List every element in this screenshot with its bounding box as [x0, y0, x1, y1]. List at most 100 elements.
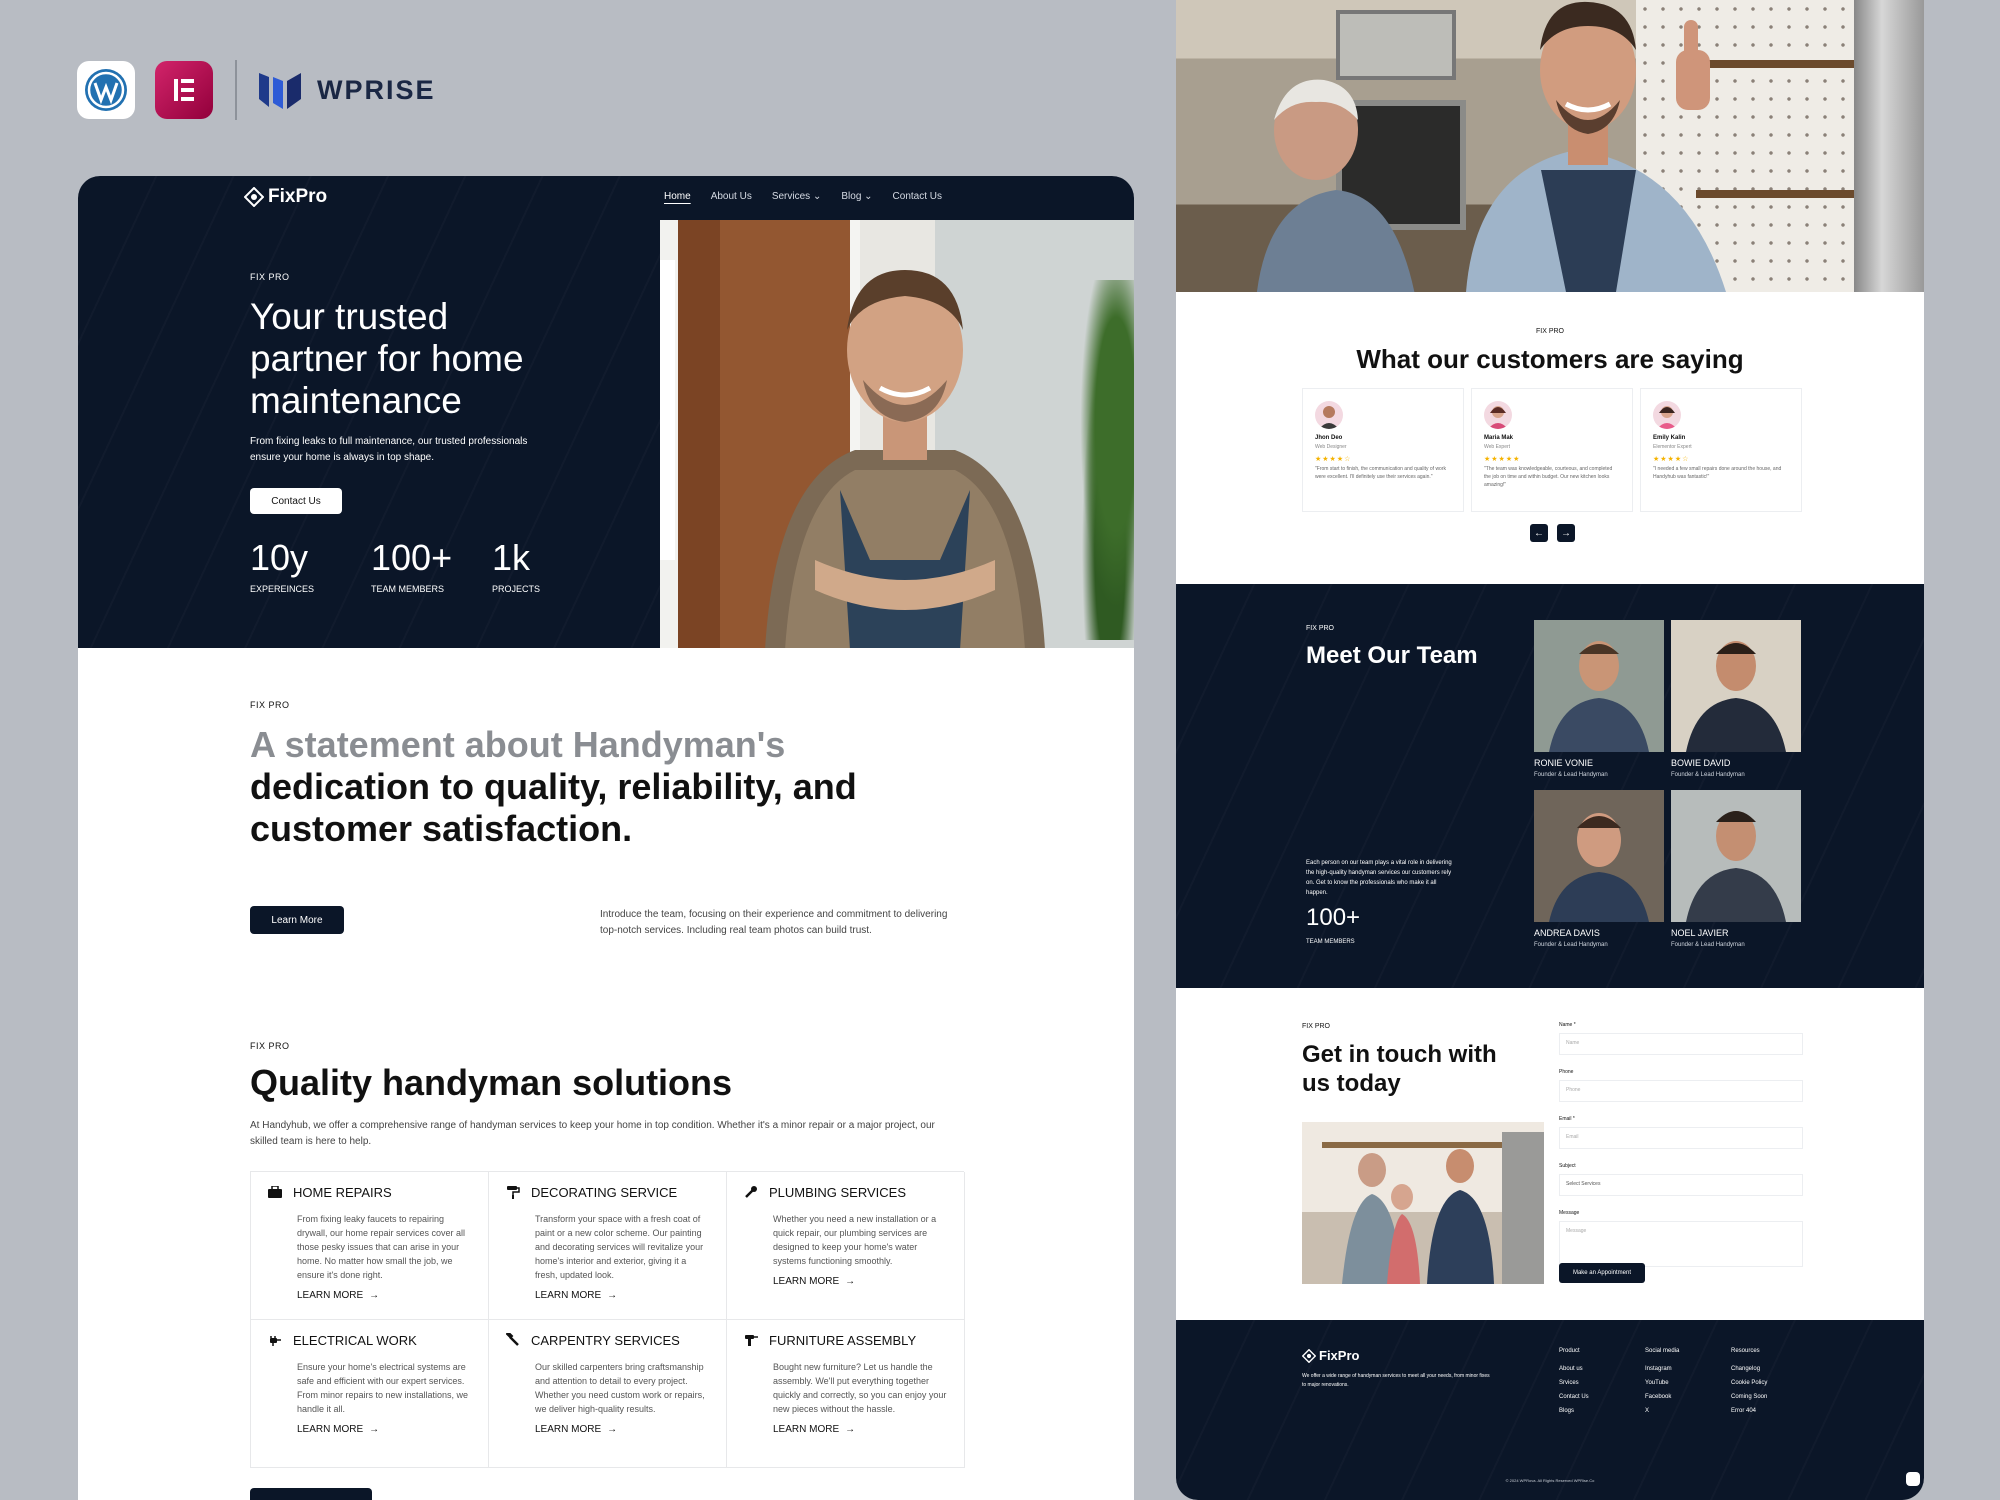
team-count-label: TEAM MEMBERS	[1306, 939, 1355, 945]
stat-value: 100+	[371, 537, 453, 578]
drill-icon	[743, 1332, 759, 1348]
wrench-icon	[743, 1184, 759, 1200]
footer-link[interactable]: Cookie Policy	[1731, 1376, 1767, 1390]
service-title: PLUMBING SERVICES	[769, 1184, 907, 1200]
statement-heading: A statement about Handyman's dedication t…	[250, 724, 890, 850]
service-title: FURNITURE ASSEMBLY	[769, 1332, 917, 1348]
footer-link[interactable]: Blogs	[1559, 1404, 1589, 1418]
contact-eyebrow: FIX PRO	[1302, 1023, 1331, 1030]
stat-value: 10y	[250, 537, 309, 578]
service-desc: Bought new furniture? Let us handle the …	[773, 1362, 947, 1414]
service-learn-more-link[interactable]: LEARN MORE →	[773, 1276, 948, 1287]
footer: FixPro We offer a wide range of handyman…	[1176, 1320, 1924, 1500]
footer-link[interactable]: Error 404	[1731, 1404, 1767, 1418]
contact-form: Name * Name Phone Phone Email * Email Su…	[1559, 1022, 1803, 1281]
site-logo[interactable]: FixPro	[244, 186, 327, 208]
next-arrow-icon[interactable]: →	[1557, 524, 1575, 542]
footer-logo[interactable]: FixPro	[1302, 1348, 1359, 1363]
team-member-name: BOWIE DAVID	[1671, 758, 1731, 768]
service-learn-more-link[interactable]: LEARN MORE →	[773, 1424, 948, 1435]
footer-link[interactable]: Changelog	[1731, 1362, 1767, 1376]
nav-about[interactable]: About Us	[711, 191, 752, 202]
team-member-name: ANDREA DAVIS	[1534, 928, 1600, 938]
footer-col-head: Product	[1559, 1348, 1580, 1354]
subject-select[interactable]: Select Services	[1559, 1174, 1803, 1196]
team-member-photo	[1671, 620, 1801, 752]
older-man-figure	[1257, 79, 1415, 292]
nav-home[interactable]: Home	[664, 191, 691, 202]
service-card-home-repairs: HOME REPAIRS From fixing leaky faucets t…	[251, 1172, 489, 1320]
service-title: CARPENTRY SERVICES	[531, 1332, 680, 1348]
service-learn-more-link[interactable]: LEARN MORE →	[297, 1290, 472, 1301]
prev-arrow-icon[interactable]: ←	[1530, 524, 1548, 542]
field-label: Phone	[1559, 1069, 1574, 1075]
team-member-photo	[1534, 790, 1664, 922]
door-window-shape	[660, 260, 675, 560]
hero-subtitle: From fixing leaks to full maintenance, o…	[250, 436, 528, 463]
testimonial-name: Maria Mak	[1484, 435, 1514, 441]
service-card-carpentry: CARPENTRY SERVICES Our skilled carpenter…	[489, 1320, 727, 1468]
team-member-card[interactable]: NOEL JAVIER Founder & Lead Handyman	[1671, 790, 1801, 948]
arrow-right-icon: →	[369, 1424, 380, 1435]
team-member-photo	[1671, 790, 1801, 922]
hero-photo	[660, 220, 1134, 648]
nav-contact[interactable]: Contact Us	[893, 191, 942, 202]
service-learn-more-link[interactable]: LEARN MORE →	[535, 1290, 710, 1301]
avatar	[1484, 401, 1512, 429]
site-preview-right: FIX PRO What our customers are saying Jh…	[1176, 0, 1924, 1500]
footer-link[interactable]: X	[1645, 1404, 1679, 1418]
testimonial-name: Jhon Deo	[1315, 435, 1343, 441]
footer-link[interactable]: Facebook	[1645, 1390, 1679, 1404]
nav-blog[interactable]: Blog ⌄	[841, 191, 872, 202]
star-rating-icon: ★★★★☆	[1315, 456, 1352, 463]
message-textarea[interactable]: Message	[1559, 1221, 1803, 1267]
service-learn-more-link[interactable]: LEARN MORE →	[535, 1424, 710, 1435]
toolbox-icon	[267, 1184, 283, 1200]
service-learn-more-link[interactable]: LEARN MORE →	[297, 1424, 472, 1435]
testimonial-name: Emily Kalin	[1653, 435, 1686, 441]
field-label: Email *	[1559, 1116, 1575, 1122]
arrow-right-icon: →	[607, 1290, 618, 1301]
learn-more-button[interactable]: Learn More	[250, 906, 344, 934]
avatar	[1653, 401, 1681, 429]
footer-link[interactable]: Srvices	[1559, 1376, 1589, 1390]
team-member-card[interactable]: RONIE VONIE Founder & Lead Handyman	[1534, 620, 1664, 778]
services-bottom-button[interactable]	[250, 1488, 372, 1500]
nav-services[interactable]: Services ⌄	[772, 191, 822, 202]
plug-icon	[267, 1332, 283, 1348]
statement-muted: A statement about Handyman's	[250, 724, 786, 765]
testimonial-card: Maria Mak Web Expert ★★★★★ "The team was…	[1471, 388, 1633, 512]
footer-logo-text: FixPro	[1319, 1348, 1360, 1363]
team-member-card[interactable]: ANDREA DAVIS Founder & Lead Handyman	[1534, 790, 1664, 948]
service-desc: Our skilled carpenters bring craftsmansh…	[535, 1362, 705, 1414]
wordpress-icon	[77, 61, 135, 119]
footer-copyright: © 2024 WPRova. All Rights Reserved WPRis…	[1505, 1478, 1595, 1483]
stat-projects: 1k PROJECTS	[492, 536, 613, 594]
make-appointment-button[interactable]: Make an Appointment	[1559, 1263, 1645, 1283]
phone-input[interactable]: Phone	[1559, 1080, 1803, 1102]
service-card-electrical: ELECTRICAL WORK Ensure your home's elect…	[251, 1320, 489, 1468]
site-logo-text: FixPro	[268, 186, 328, 207]
fixpro-logo-icon	[1302, 1348, 1316, 1363]
footer-link[interactable]: Coming Soon	[1731, 1390, 1767, 1404]
chat-widget-icon[interactable]	[1906, 1472, 1920, 1486]
footer-column-social: Social media Instagram YouTube Facebook …	[1645, 1348, 1679, 1418]
footer-pattern	[1176, 1320, 1924, 1500]
testimonials-eyebrow: FIX PRO	[1535, 328, 1564, 335]
statement-main: dedication to quality, reliability, and …	[250, 766, 857, 849]
footer-link[interactable]: YouTube	[1645, 1376, 1679, 1390]
footer-link[interactable]: Contact Us	[1559, 1390, 1589, 1404]
footer-link[interactable]: About us	[1559, 1362, 1589, 1376]
arrow-right-icon: →	[845, 1276, 856, 1287]
service-desc: From fixing leaky faucets to repairing d…	[297, 1214, 466, 1280]
name-input[interactable]: Name	[1559, 1033, 1803, 1055]
email-input[interactable]: Email	[1559, 1127, 1803, 1149]
hero-contact-button[interactable]: Contact Us	[250, 488, 342, 514]
service-desc: Ensure your home's electrical systems ar…	[297, 1362, 469, 1414]
stat-value: 1k	[492, 537, 531, 578]
team-member-card[interactable]: BOWIE DAVID Founder & Lead Handyman	[1671, 620, 1801, 778]
service-desc: Transform your space with a fresh coat o…	[535, 1214, 704, 1280]
arrow-right-icon: →	[607, 1424, 618, 1435]
plant-shape	[1074, 280, 1134, 640]
footer-link[interactable]: Instagram	[1645, 1362, 1679, 1376]
